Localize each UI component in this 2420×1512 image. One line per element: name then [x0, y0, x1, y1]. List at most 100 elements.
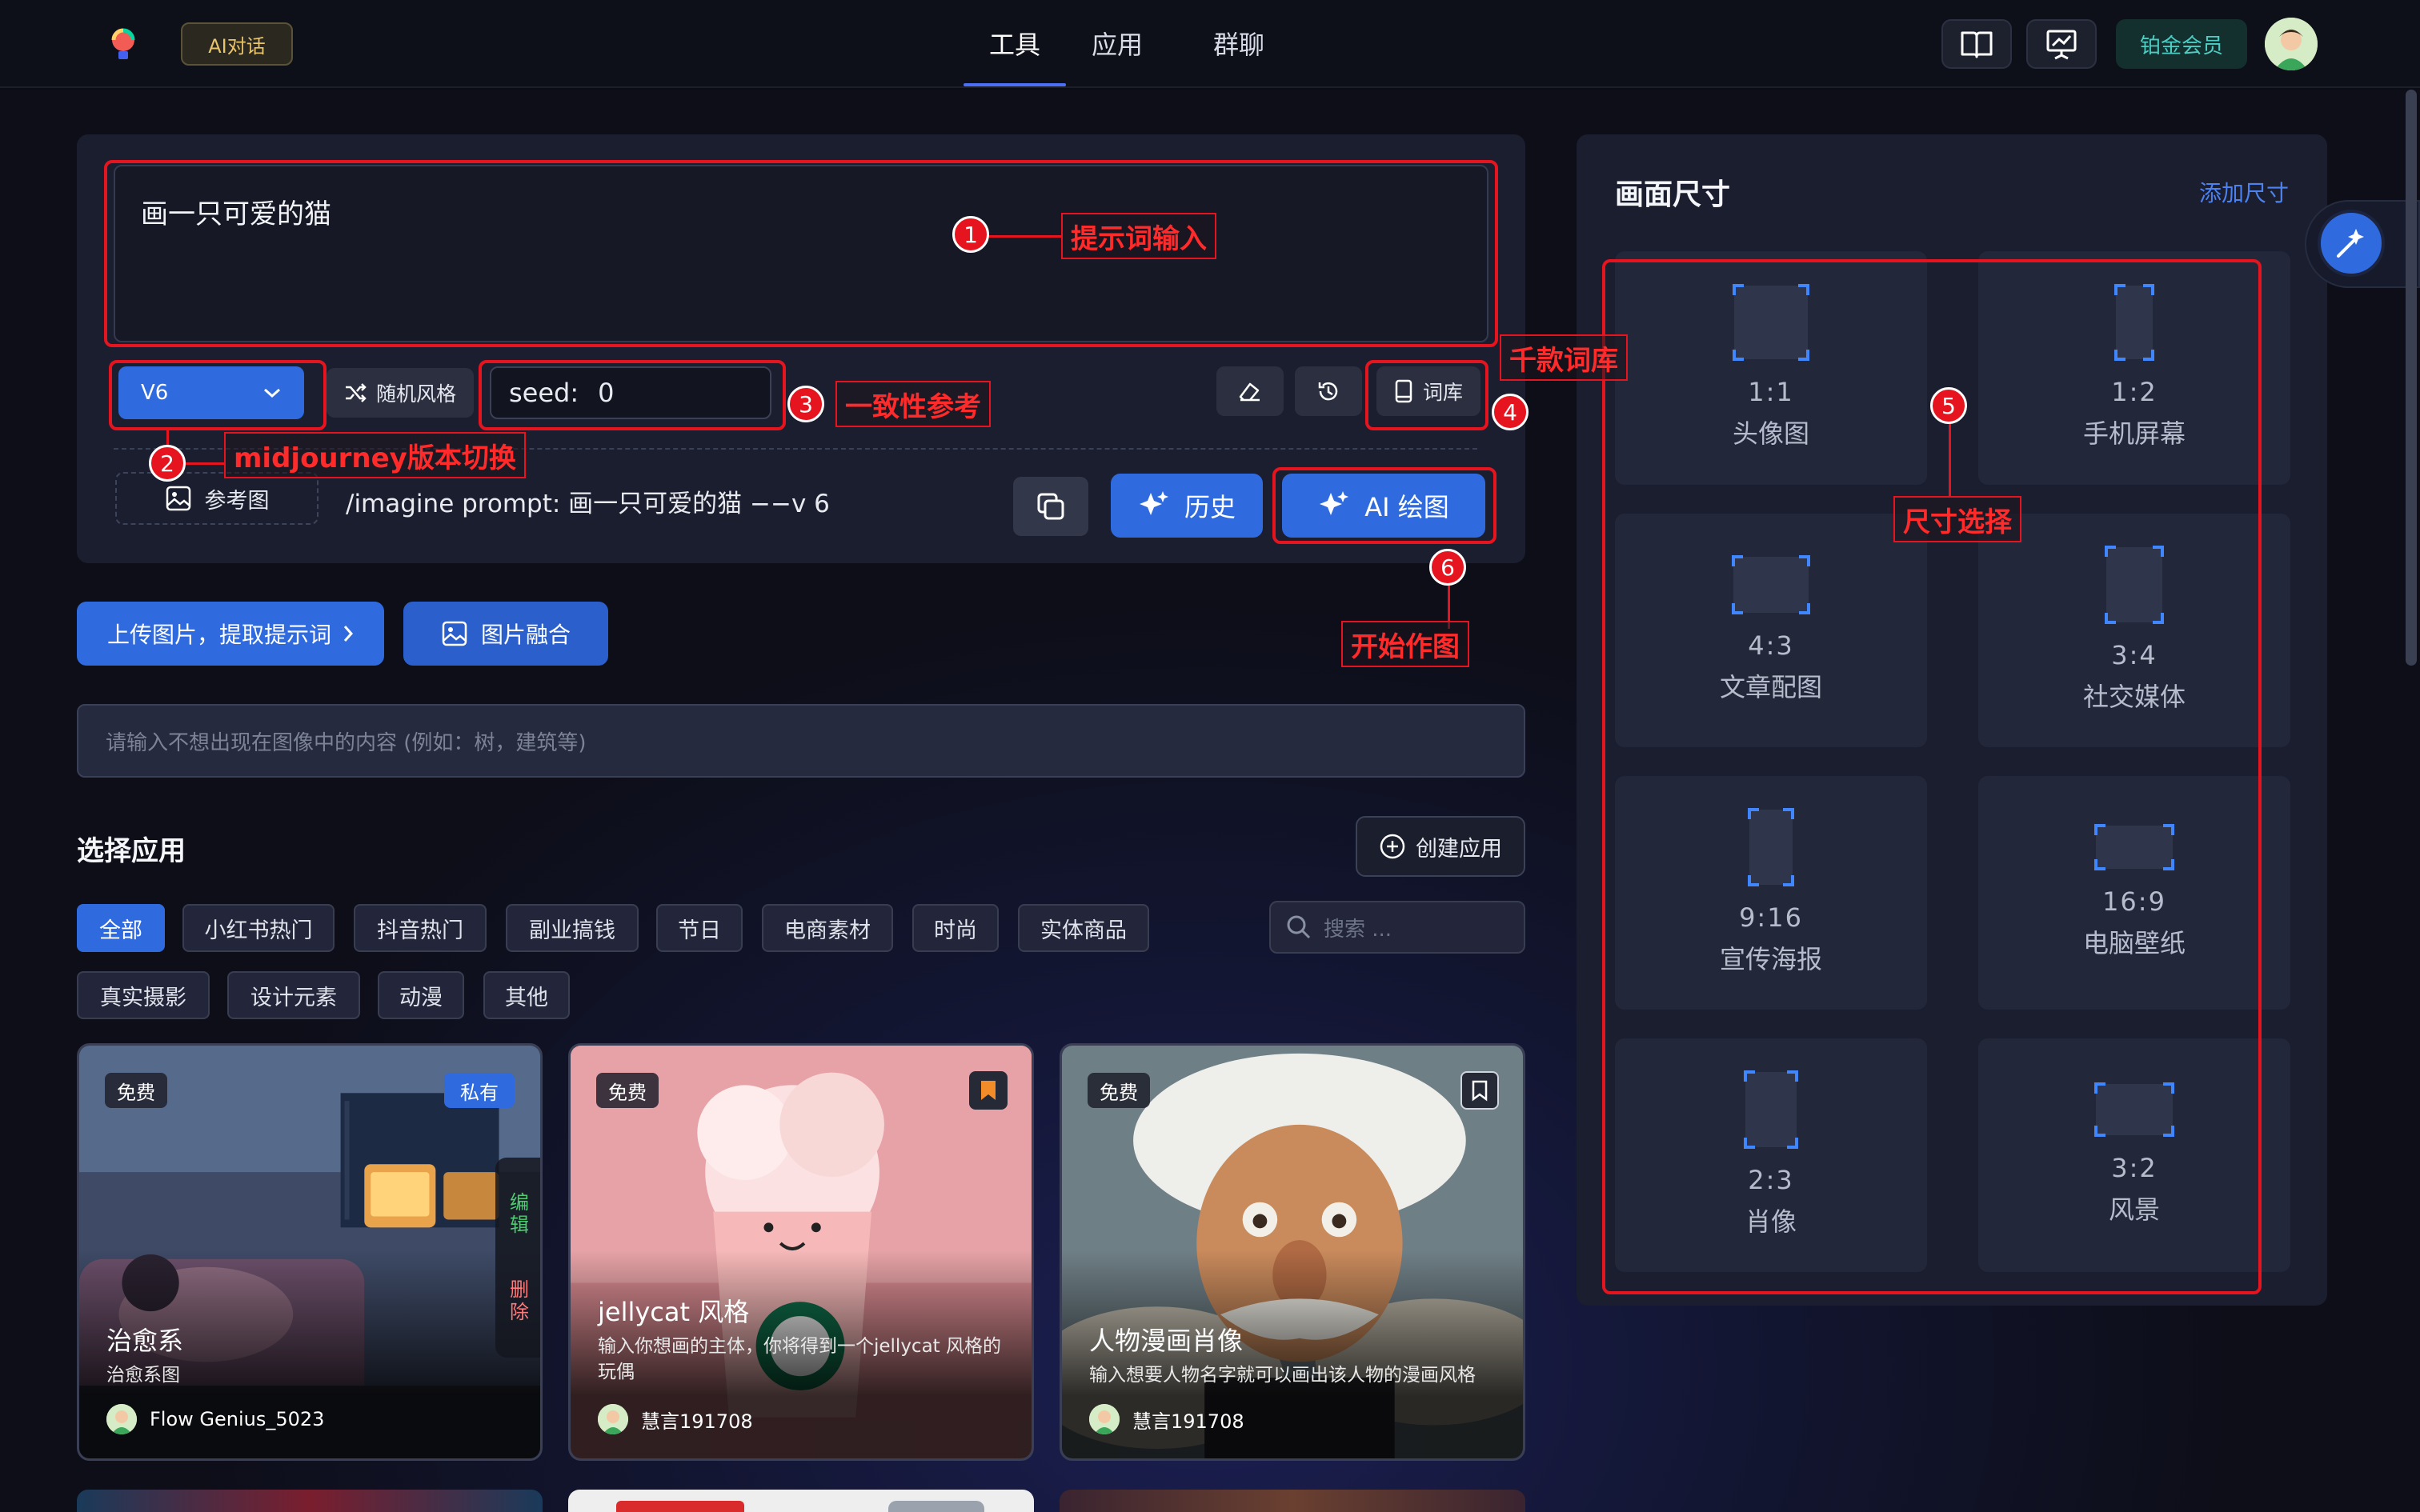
search-icon	[1287, 915, 1311, 939]
filter-chip-design[interactable]: 设计元素	[227, 971, 360, 1019]
card-side-actions: 编辑 删除	[495, 1158, 540, 1358]
app-card-jellycat[interactable]: 免费 jellycat 风格 输入你想画的主体，你将得到一个jellycat 风…	[568, 1043, 1034, 1461]
card-description: 输入想要人物名字就可以画出该人物的漫画风格	[1089, 1365, 1476, 1386]
card-title: 人物漫画肖像	[1089, 1326, 1244, 1356]
history-button[interactable]: 历史	[1111, 474, 1263, 538]
create-app-button[interactable]: 创建应用	[1356, 816, 1525, 877]
upload-label: 上传图片，提取提示词	[106, 622, 331, 648]
active-tab-indicator	[964, 83, 1066, 86]
random-style-label: 随机风格	[375, 382, 456, 406]
image-icon	[442, 621, 467, 646]
presentation-button[interactable]	[2026, 19, 2097, 69]
bookmark-outline-icon	[1472, 1080, 1488, 1102]
ai-assistant-button[interactable]	[2318, 210, 2385, 277]
card-description: 输入你想画的主体，你将得到一个jellycat 风格的玩偶	[598, 1336, 1002, 1382]
size-panel-title: 画面尺寸	[1615, 178, 1731, 211]
annotation-label: 千款词库	[1500, 334, 1628, 381]
annotation-leader	[1949, 424, 1951, 496]
reference-label: 参考图	[204, 488, 270, 514]
free-tag: 免费	[596, 1073, 659, 1108]
filter-chip-side-hustle[interactable]: 副业搞钱	[506, 904, 639, 952]
author-name: Flow Genius_5023	[150, 1408, 325, 1430]
eraser-icon	[1239, 382, 1260, 402]
plus-circle-icon	[1380, 834, 1405, 859]
tab-group-chat[interactable]: 群聊	[1194, 22, 1284, 64]
page-scrollbar[interactable]	[2406, 90, 2417, 666]
filter-chip-festival[interactable]: 节日	[656, 904, 743, 952]
filter-chip-ecommerce[interactable]: 电商素材	[762, 904, 893, 952]
card-author: Flow Genius_5023	[106, 1404, 324, 1434]
random-style-button[interactable]: 随机风格	[327, 368, 474, 418]
fuse-label: 图片融合	[480, 622, 571, 648]
filter-chip-xiaohongshu[interactable]: 小红书热门	[182, 904, 335, 952]
app-card-caricature[interactable]: 免费 人物漫画肖像 输入想要人物名字就可以画出该人物的漫画风格 慧言191708	[1060, 1043, 1525, 1461]
annotation-box-version	[109, 360, 327, 430]
free-tag: 免费	[105, 1073, 167, 1108]
bookmark-button[interactable]	[969, 1071, 1008, 1110]
annotation-label: 一致性参考	[835, 381, 991, 427]
reference-image-button[interactable]: 参考图	[115, 472, 319, 525]
negative-prompt-input[interactable]: 请输入不想出现在图像中的内容 (例如：树，建筑等)	[77, 704, 1525, 778]
annotation-box-draw	[1272, 467, 1496, 544]
delete-button[interactable]: 删除	[504, 1279, 532, 1324]
author-avatar	[106, 1404, 137, 1434]
edit-button[interactable]: 编辑	[504, 1192, 532, 1237]
filter-chip-all[interactable]: 全部	[77, 904, 165, 952]
annotation-label: 开始作图	[1341, 621, 1469, 667]
card-title: jellycat 风格	[598, 1297, 750, 1327]
filter-chip-anime[interactable]: 动漫	[378, 971, 464, 1019]
filter-chip-products[interactable]: 实体商品	[1018, 904, 1149, 952]
image-fuse-button[interactable]: 图片融合	[403, 602, 608, 666]
add-size-link[interactable]: 添加尺寸	[2199, 176, 2289, 208]
annotation-box-prompt	[104, 160, 1498, 347]
filter-chip-douyin[interactable]: 抖音热门	[354, 904, 487, 952]
docs-button[interactable]	[1941, 19, 2012, 69]
annotation-number: 3	[787, 386, 824, 422]
history-label: 历史	[1184, 492, 1236, 522]
card-title: 治愈系	[106, 1326, 184, 1356]
history-restore-button[interactable]	[1295, 366, 1362, 416]
app-card-peek[interactable]	[568, 1490, 1034, 1512]
annotation-box-library	[1365, 360, 1488, 430]
author-avatar	[1089, 1404, 1120, 1434]
create-app-label: 创建应用	[1416, 836, 1502, 862]
annotation-number: 5	[1930, 387, 1967, 424]
filter-chip-fashion[interactable]: 时尚	[912, 904, 999, 952]
clear-button[interactable]	[1216, 366, 1284, 416]
card-image	[616, 1501, 984, 1512]
annotation-number: 1	[952, 216, 989, 253]
annotation-number: 2	[149, 445, 186, 482]
search-placeholder: 搜索 ...	[1324, 917, 1392, 942]
app-card-peek[interactable]	[77, 1490, 543, 1512]
author-name: 慧言191708	[1132, 1410, 1244, 1433]
book-icon	[1961, 31, 1993, 58]
platinum-member-button[interactable]: 铂金会员	[2116, 19, 2247, 69]
app-card-healing[interactable]: 免费 私有 编辑 删除 治愈系 治愈系图 Flow Genius_5023	[77, 1043, 543, 1461]
chevron-right-icon	[343, 626, 354, 642]
tab-tools[interactable]: 工具	[970, 22, 1060, 64]
clock-history-icon	[1318, 382, 1338, 401]
ai-chat-badge[interactable]: AI对话	[181, 22, 293, 66]
app-search-input[interactable]: 搜索 ...	[1269, 901, 1525, 954]
copy-icon	[1037, 493, 1064, 520]
logo-bulb-icon[interactable]	[102, 24, 144, 66]
filter-chip-photography[interactable]: 真实摄影	[77, 971, 210, 1019]
tab-apps[interactable]: 应用	[1072, 22, 1162, 64]
filter-chip-other[interactable]: 其他	[483, 971, 570, 1019]
author-name: 慧言191708	[641, 1410, 753, 1433]
private-tag: 私有	[444, 1073, 515, 1108]
card-author: 慧言191708	[1089, 1404, 1244, 1434]
upload-extract-button[interactable]: 上传图片，提取提示词	[77, 602, 384, 666]
image-icon	[166, 486, 190, 511]
app-card-peek[interactable]	[1060, 1490, 1525, 1512]
command-preview: /imagine prompt: 画一只可爱的猫 −−v 6	[346, 490, 830, 518]
bookmark-filled-icon	[981, 1081, 996, 1100]
bookmark-button[interactable]	[1460, 1071, 1499, 1110]
annotation-label: midjourney版本切换	[224, 432, 526, 478]
apps-section-title: 选择应用	[77, 835, 186, 867]
copy-button[interactable]	[1013, 477, 1088, 536]
author-avatar	[598, 1404, 628, 1434]
user-avatar[interactable]	[2265, 18, 2318, 70]
annotation-number: 6	[1429, 549, 1466, 586]
sparkle-icon	[1139, 491, 1168, 515]
